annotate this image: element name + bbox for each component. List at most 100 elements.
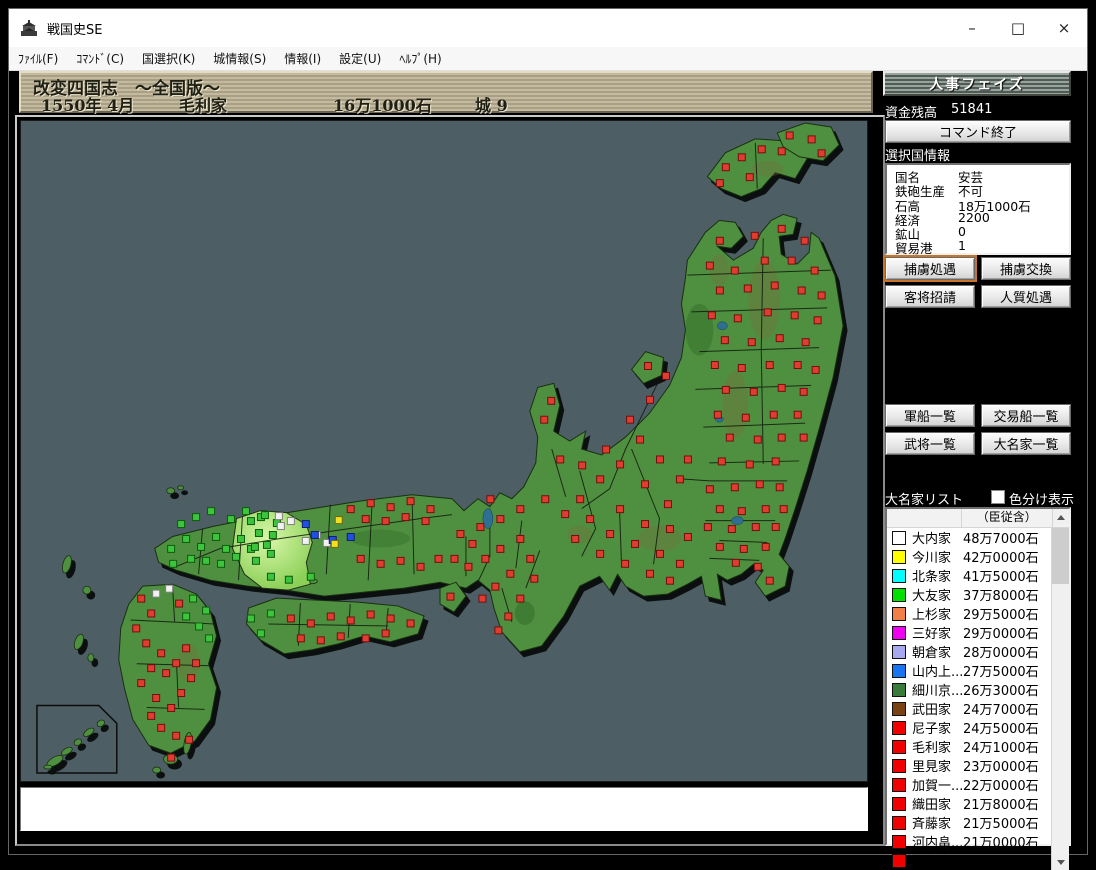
castle-marker[interactable]	[800, 236, 809, 245]
castle-marker[interactable]	[731, 558, 740, 567]
castle-marker[interactable]	[202, 606, 211, 615]
castle-marker[interactable]	[246, 614, 255, 623]
castle-marker[interactable]	[705, 261, 714, 270]
minimize-button[interactable]: –	[949, 9, 995, 47]
castle-marker[interactable]	[596, 475, 605, 484]
castle-marker[interactable]	[770, 281, 779, 290]
castle-marker[interactable]	[476, 523, 485, 532]
castle-marker[interactable]	[227, 515, 235, 524]
castle-marker[interactable]	[745, 173, 754, 182]
castle-marker[interactable]	[753, 435, 762, 444]
castle-marker[interactable]	[326, 612, 335, 621]
castle-marker[interactable]	[641, 520, 650, 529]
daimyo-row[interactable]: 織田家 21万8000石	[887, 794, 1051, 813]
castle-marker[interactable]	[541, 495, 550, 504]
castle-marker[interactable]	[644, 362, 653, 370]
daimyo-row[interactable]: 上杉家 29万5000石	[887, 604, 1051, 623]
castle-marker[interactable]	[336, 632, 345, 641]
end-command-button[interactable]: コマンド終了	[885, 120, 1071, 143]
castle-marker[interactable]	[793, 410, 802, 419]
castle-marker[interactable]	[232, 552, 240, 561]
castle-marker[interactable]	[526, 554, 535, 563]
castle-marker[interactable]	[381, 517, 390, 526]
castle-marker[interactable]	[152, 694, 161, 702]
daimyo-row[interactable]: 細川京... 26万3000石	[887, 680, 1051, 699]
castle-marker[interactable]	[807, 135, 816, 144]
castle-marker[interactable]	[162, 669, 171, 678]
action-button-1[interactable]: 捕虜交換	[981, 257, 1071, 280]
castle-marker[interactable]	[737, 364, 746, 372]
castle-marker[interactable]	[137, 594, 146, 603]
castle-marker[interactable]	[406, 619, 415, 628]
castle-marker[interactable]	[167, 753, 176, 762]
castle-marker[interactable]	[504, 612, 513, 621]
castle-marker[interactable]	[665, 576, 674, 585]
castle-marker[interactable]	[745, 460, 754, 469]
castle-marker[interactable]	[793, 361, 802, 369]
castle-marker[interactable]	[212, 533, 221, 541]
castle-marker[interactable]	[406, 497, 415, 506]
castle-marker[interactable]	[401, 513, 410, 522]
menu-item-2[interactable]: 国選択(K)	[133, 47, 204, 71]
castle-marker[interactable]	[683, 455, 692, 464]
castle-marker[interactable]	[715, 179, 724, 188]
colorize-checkbox[interactable]	[991, 490, 1005, 504]
castle-marker[interactable]	[366, 499, 375, 508]
castle-marker[interactable]	[516, 534, 525, 543]
menu-item-3[interactable]: 城情報(S)	[204, 47, 275, 71]
castle-marker[interactable]	[192, 659, 201, 668]
castle-marker[interactable]	[730, 266, 739, 275]
list-button-2[interactable]: 武将一覧	[885, 432, 975, 455]
castle-marker[interactable]	[346, 505, 355, 514]
daimyo-row[interactable]: 今川家 42万0000石	[887, 547, 1051, 566]
castle-marker[interactable]	[576, 495, 585, 504]
castle-marker[interactable]	[737, 153, 746, 162]
castle-marker[interactable]	[777, 147, 786, 156]
castle-marker[interactable]	[301, 520, 310, 529]
castle-marker[interactable]	[817, 291, 826, 300]
castle-marker[interactable]	[779, 505, 788, 514]
castle-marker[interactable]	[276, 522, 285, 531]
castle-marker[interactable]	[710, 361, 719, 369]
menu-item-0[interactable]: ﾌｧｲﾙ(F)	[9, 47, 67, 71]
list-button-1[interactable]: 交易船一覧	[981, 404, 1071, 427]
castle-marker[interactable]	[197, 542, 206, 551]
castle-marker[interactable]	[810, 266, 819, 275]
castle-marker[interactable]	[626, 415, 635, 424]
castle-marker[interactable]	[586, 515, 595, 524]
castle-marker[interactable]	[790, 311, 799, 320]
castle-marker[interactable]	[703, 523, 712, 532]
castle-marker[interactable]	[771, 457, 780, 466]
castle-marker[interactable]	[616, 505, 625, 514]
castle-marker[interactable]	[202, 556, 211, 565]
castle-marker[interactable]	[516, 505, 525, 514]
castle-marker[interactable]	[266, 549, 275, 558]
castle-marker[interactable]	[147, 664, 156, 673]
castle-marker[interactable]	[540, 415, 549, 424]
castle-marker[interactable]	[769, 410, 778, 419]
castle-marker[interactable]	[705, 485, 714, 494]
castle-marker[interactable]	[578, 461, 587, 470]
castle-marker[interactable]	[737, 507, 746, 516]
castle-marker[interactable]	[556, 455, 565, 464]
castle-marker[interactable]	[366, 610, 375, 619]
action-button-0[interactable]: 捕虜処遇	[885, 257, 975, 280]
castle-marker[interactable]	[813, 316, 822, 325]
castle-marker[interactable]	[777, 383, 786, 392]
daimyo-row[interactable]: 三好家 29万0000石	[887, 623, 1051, 642]
castle-marker[interactable]	[753, 562, 762, 571]
castle-marker[interactable]	[496, 544, 505, 553]
castle-marker[interactable]	[147, 711, 156, 720]
castle-marker[interactable]	[137, 679, 146, 688]
castle-marker[interactable]	[743, 284, 752, 293]
castle-marker[interactable]	[765, 576, 774, 585]
castle-marker[interactable]	[799, 387, 808, 396]
action-button-3[interactable]: 人質処遇	[981, 285, 1071, 308]
castle-marker[interactable]	[361, 634, 370, 643]
castle-marker[interactable]	[316, 636, 325, 645]
castle-marker[interactable]	[464, 562, 473, 571]
castle-marker[interactable]	[207, 507, 216, 516]
castle-marker[interactable]	[236, 534, 245, 543]
castle-marker[interactable]	[761, 505, 770, 514]
castle-marker[interactable]	[486, 495, 495, 504]
